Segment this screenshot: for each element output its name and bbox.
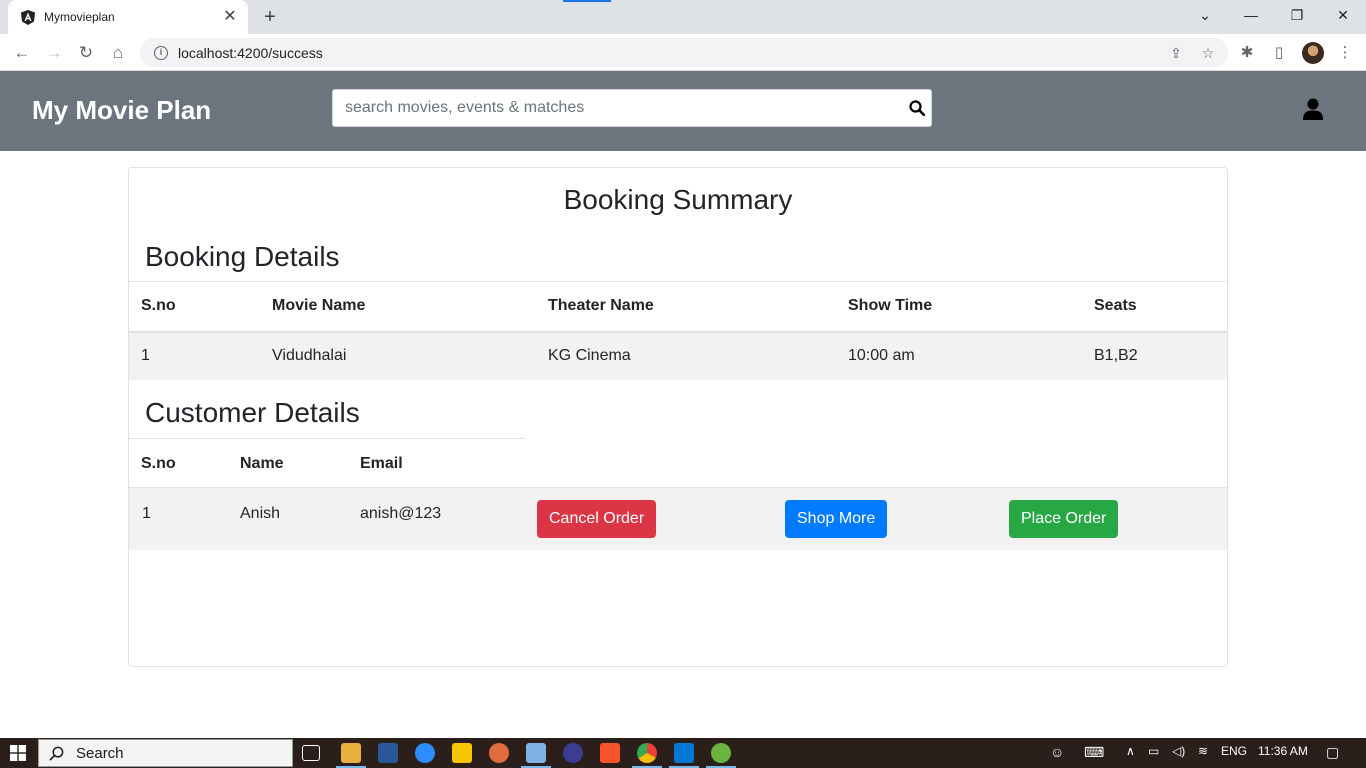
column-header: S.no [129, 438, 228, 489]
input-language[interactable]: ENG [1221, 744, 1247, 758]
file-explorer-icon[interactable] [341, 743, 361, 763]
side-panel-icon[interactable]: ▯ [1270, 44, 1288, 62]
forward-icon[interactable]: → [42, 41, 66, 65]
notifications-icon[interactable]: ▢ [1326, 744, 1339, 761]
column-header: Email [348, 438, 525, 489]
address-url[interactable]: localhost:4200/success [178, 45, 323, 61]
tab-search-icon[interactable]: ⌄ [1182, 0, 1228, 30]
new-tab-button[interactable]: + [258, 5, 282, 29]
browser-toolbar: ← → ↻ ⌂ i localhost:4200/success ⇪ ☆ ✱ ▯… [0, 34, 1366, 71]
window-close-icon[interactable]: ✕ [1320, 0, 1366, 30]
restore-icon[interactable]: ❐ [1274, 0, 1320, 30]
customer-table-header: S.no Name Email [129, 438, 525, 489]
keyboard-icon[interactable]: ⌨ [1084, 744, 1104, 761]
app-icon[interactable] [563, 743, 583, 763]
table-cell: 10:00 am [836, 331, 1082, 380]
column-header: S.no [129, 281, 260, 333]
booking-table-header: S.no Movie Name Theater Name Show Time S… [129, 281, 1227, 333]
site-info-icon[interactable]: i [154, 45, 168, 60]
brand-logo[interactable]: My Movie Plan [32, 95, 211, 126]
browser-tab-bar: Mymovieplan ✕ + ⌄ — ❐ ✕ [0, 0, 1366, 34]
task-view-icon[interactable] [302, 745, 320, 761]
table-cell: Vidudhalai [260, 331, 536, 380]
table-row: 1 Vidudhalai KG Cinema 10:00 am B1,B2 [129, 331, 1227, 380]
search-icon[interactable] [909, 100, 925, 116]
user-icon[interactable] [1302, 98, 1324, 120]
bookmark-star-icon[interactable]: ☆ [1199, 44, 1217, 62]
column-header: Show Time [836, 281, 1082, 333]
windows-taskbar: Search ☺ ⌨ ∧ ▭ ◁) ≋ ENG 11:36 AM ▢ [0, 738, 1366, 768]
column-header: Theater Name [536, 281, 836, 333]
windows-start-icon[interactable] [10, 745, 26, 761]
share-icon[interactable]: ⇪ [1167, 44, 1185, 62]
page-title: Booking Summary [563, 184, 793, 215]
angular-favicon-icon [20, 9, 36, 25]
booking-details-heading: Booking Details [145, 241, 340, 272]
column-header: Seats [1082, 281, 1227, 333]
chrome-icon[interactable] [637, 743, 657, 763]
table-cell: KG Cinema [536, 331, 836, 380]
booking-table: S.no Movie Name Theater Name Show Time S… [129, 281, 1227, 380]
table-row: 1 Anish anish@123 Cancel Order Shop More… [129, 487, 1227, 550]
vscode-icon[interactable] [674, 743, 694, 763]
profile-avatar[interactable] [1302, 42, 1324, 64]
taskbar-search-label: Search [76, 744, 124, 762]
table-cell: 1 [129, 331, 260, 380]
column-header: Movie Name [260, 281, 536, 333]
table-cell: anish@123 [360, 505, 442, 522]
table-cell: 1 [142, 505, 151, 522]
table-cell: Anish [240, 505, 281, 522]
search-box [332, 89, 932, 127]
clock[interactable]: 11:36 AM [1258, 744, 1308, 758]
volume-icon[interactable]: ◁) [1172, 744, 1185, 758]
customer-table: S.no Name Email [129, 438, 525, 489]
booking-summary-card: Booking Summary Booking Details S.no Mov… [128, 167, 1228, 667]
chevron-up-icon[interactable]: ∧ [1126, 744, 1135, 758]
paint-icon[interactable] [489, 743, 509, 763]
browser-menu-icon[interactable]: ⋮ [1336, 44, 1354, 62]
cancel-order-button[interactable]: Cancel Order [537, 500, 657, 538]
table-cell: B1,B2 [1082, 331, 1227, 380]
home-icon[interactable]: ⌂ [106, 41, 130, 65]
column-header: Name [228, 438, 348, 489]
shop-more-button[interactable]: Shop More [785, 500, 888, 538]
zoom-icon[interactable] [415, 743, 435, 763]
app-navbar: My Movie Plan [0, 71, 1366, 151]
battery-icon[interactable]: ▭ [1148, 744, 1159, 758]
browser-tab[interactable]: Mymovieplan ✕ [8, 0, 248, 34]
tab-close-icon[interactable]: ✕ [222, 9, 238, 25]
minimize-icon[interactable]: — [1228, 0, 1274, 30]
wifi-icon[interactable]: ≋ [1198, 744, 1208, 758]
notepad-icon[interactable] [526, 743, 546, 763]
back-icon[interactable]: ← [10, 41, 34, 65]
extensions-icon[interactable]: ✱ [1238, 44, 1256, 62]
tabstrip-accent [563, 0, 611, 2]
reload-icon[interactable]: ↻ [74, 41, 98, 65]
spring-tools-icon[interactable] [711, 743, 731, 763]
search-icon [49, 746, 64, 761]
address-bar[interactable]: i localhost:4200/success ⇪ ☆ [140, 38, 1228, 67]
taskbar-search[interactable]: Search [38, 739, 293, 767]
place-order-button[interactable]: Place Order [1009, 500, 1119, 538]
search-input[interactable] [333, 90, 893, 126]
brave-icon[interactable] [600, 743, 620, 763]
tab-title: Mymovieplan [44, 10, 115, 24]
customer-details-heading: Customer Details [145, 397, 360, 428]
sticky-notes-icon[interactable] [452, 743, 472, 763]
word-icon[interactable] [378, 743, 398, 763]
people-icon[interactable]: ☺ [1050, 744, 1064, 760]
